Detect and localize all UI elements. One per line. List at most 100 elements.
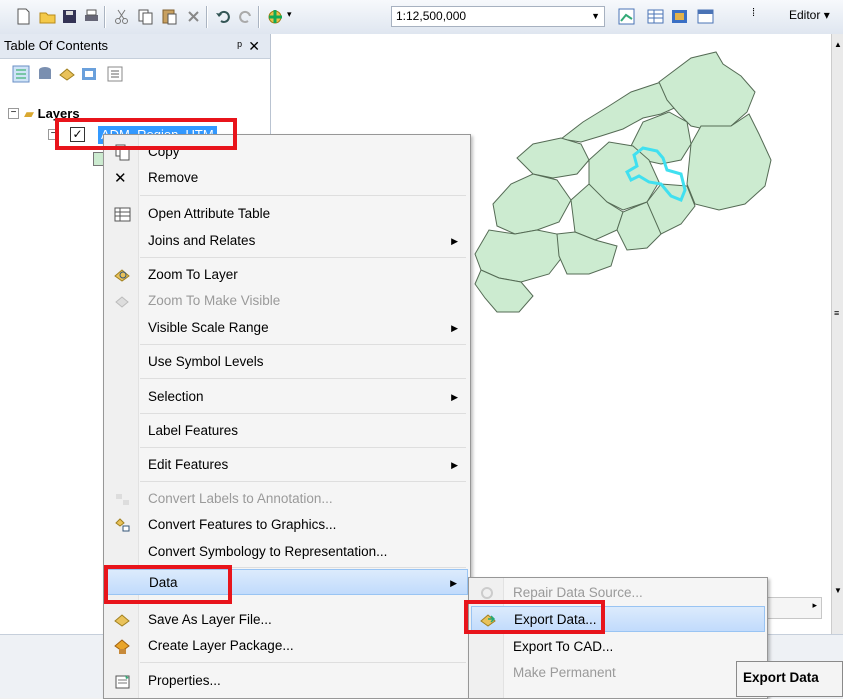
menu-item-data[interactable]: Data ▶: [106, 569, 468, 595]
add-data-icon[interactable]: [266, 7, 285, 26]
menu-item-label: Convert Symbology to Representation...: [148, 544, 388, 559]
search-window-icon[interactable]: [696, 7, 715, 26]
menu-item-label: Export To CAD...: [513, 639, 614, 654]
menu-item-edit-features[interactable]: Edit Features ▶: [106, 452, 468, 478]
menu-item-joins-and-relates[interactable]: Joins and Relates ▶: [106, 228, 468, 254]
menu-item-label: Repair Data Source...: [513, 585, 643, 600]
menu-item-label: Convert Features to Graphics...: [148, 517, 337, 532]
menu-item-remove[interactable]: ✕ Remove: [106, 165, 468, 191]
scroll-down-icon[interactable]: ▼: [834, 586, 842, 595]
menu-item-convert-features-to-graphics[interactable]: Convert Features to Graphics...: [106, 512, 468, 538]
menu-item-export-data[interactable]: Export Data...: [471, 606, 765, 632]
options-icon[interactable]: [106, 65, 124, 83]
table-icon: [114, 207, 131, 222]
menu-item-use-symbol-levels[interactable]: Use Symbol Levels: [106, 349, 468, 375]
menu-item-repair-data-source[interactable]: Repair Data Source...: [471, 580, 765, 606]
submenu-arrow-icon: ▶: [450, 578, 457, 588]
menu-item-label: Zoom To Make Visible: [148, 293, 281, 308]
menu-item-visible-scale-range[interactable]: Visible Scale Range ▶: [106, 315, 468, 341]
table-tb-icon[interactable]: [646, 7, 665, 26]
open-folder-icon[interactable]: [38, 7, 57, 26]
editor-menu-button[interactable]: Editor ▾: [789, 8, 830, 22]
copy-icon: [115, 144, 130, 161]
convert-graphics-icon: [115, 518, 130, 532]
scroll-thumb-grip-icon[interactable]: ≡: [834, 308, 839, 318]
layer-visibility-checkbox[interactable]: ✓: [70, 127, 85, 142]
menu-item-label: Open Attribute Table: [148, 206, 271, 221]
standard-toolbar: ▾ 1:12,500,000 ▼ ⁞ Editor ▾: [0, 0, 843, 35]
layers-label: Layers: [37, 106, 80, 121]
cut-icon[interactable]: [112, 7, 131, 26]
menu-item-make-permanent[interactable]: Make Permanent: [471, 660, 765, 686]
delete-icon[interactable]: [184, 7, 203, 26]
menu-item-selection[interactable]: Selection ▶: [106, 384, 468, 410]
undo-icon[interactable]: [214, 7, 233, 26]
submenu-arrow-icon: ▶: [451, 323, 458, 333]
menu-item-convert-symbology-to-representation[interactable]: Convert Symbology to Representation...: [106, 539, 468, 565]
menu-item-label: Remove: [148, 170, 199, 185]
remove-x-icon: ✕: [114, 170, 127, 187]
menu-item-save-as-layer-file[interactable]: Save As Layer File...: [106, 607, 468, 633]
menu-item-label: Export Data...: [514, 612, 597, 627]
map-scale-combobox[interactable]: 1:12,500,000 ▼: [391, 6, 605, 27]
menu-item-zoom-to-make-visible[interactable]: Zoom To Make Visible: [106, 288, 468, 314]
repair-icon: [481, 587, 493, 599]
map-scale-value: 1:12,500,000: [396, 9, 467, 23]
data-submenu: Repair Data Source... Export Data... Exp…: [468, 577, 768, 699]
menu-item-create-layer-package[interactable]: Create Layer Package...: [106, 633, 468, 659]
menu-item-properties[interactable]: Properties...: [106, 668, 468, 694]
export-data-tooltip: Export Data: [736, 661, 843, 697]
submenu-arrow-icon: ▶: [451, 460, 458, 470]
layers-icon: ▰: [24, 106, 34, 121]
layers-group-row[interactable]: − ▰ Layers: [8, 106, 80, 124]
map-vertical-scrollbar[interactable]: ▲ ≡ ▼: [831, 34, 843, 634]
menu-item-label: Selection: [148, 389, 204, 404]
paste-icon[interactable]: [160, 7, 179, 26]
list-by-selection-icon[interactable]: [80, 65, 98, 83]
toc-header: Table Of Contents ᵖ ✕: [0, 34, 270, 59]
menu-item-label: Properties...: [148, 673, 221, 688]
menu-item-label: Convert Labels to Annotation...: [148, 491, 333, 506]
list-by-drawing-order-icon[interactable]: [12, 65, 30, 83]
editor-toolbar-icon[interactable]: [617, 7, 636, 26]
menu-item-label-features[interactable]: Label Features: [106, 418, 468, 444]
collapse-icon[interactable]: −: [48, 129, 59, 140]
close-icon[interactable]: ✕: [248, 34, 260, 58]
menu-item-export-to-cad[interactable]: Export To CAD...: [471, 634, 765, 660]
properties-icon: [115, 675, 130, 689]
menu-item-open-attribute-table[interactable]: Open Attribute Table: [106, 201, 468, 227]
collapse-icon[interactable]: −: [8, 108, 19, 119]
export-data-icon: [480, 614, 496, 627]
scroll-right-icon[interactable]: ▸: [812, 600, 817, 611]
menu-item-zoom-to-layer[interactable]: Zoom To Layer: [106, 262, 468, 288]
toc-title: Table Of Contents: [4, 38, 109, 53]
redo-icon[interactable]: [236, 7, 255, 26]
region-sud-ouest: [556, 231, 618, 275]
menu-item-label: Copy: [148, 144, 180, 159]
catalog-icon[interactable]: [670, 7, 689, 26]
region-nord-west: [516, 137, 590, 179]
print-icon[interactable]: [82, 7, 101, 26]
menu-item-label: Label Features: [148, 423, 239, 438]
add-data-dropdown-icon[interactable]: ▾: [287, 9, 292, 20]
pin-icon[interactable]: ᵖ: [237, 34, 242, 58]
menu-item-label: Edit Features: [148, 457, 229, 472]
menu-item-label: Use Symbol Levels: [148, 354, 264, 369]
menu-item-label: Data: [149, 575, 178, 590]
submenu-arrow-icon: ▶: [451, 236, 458, 246]
list-by-visibility-icon[interactable]: [58, 65, 76, 83]
new-document-icon[interactable]: [14, 7, 33, 26]
menu-item-copy[interactable]: Copy: [106, 139, 468, 165]
editor-label: Editor: [789, 8, 821, 22]
list-by-source-icon[interactable]: [36, 65, 54, 83]
scroll-up-icon[interactable]: ▲: [834, 40, 842, 49]
save-icon[interactable]: [60, 7, 79, 26]
toc-toolbar: [0, 59, 270, 89]
convert-labels-icon: [116, 494, 129, 505]
layer-file-icon: [114, 614, 130, 627]
menu-item-label: Joins and Relates: [148, 233, 256, 248]
copy-tb-icon[interactable]: [136, 7, 155, 26]
menu-item-convert-labels-to-annotation[interactable]: Convert Labels to Annotation...: [106, 486, 468, 512]
chevron-down-icon[interactable]: ▼: [591, 7, 600, 26]
menu-item-label: Make Permanent: [513, 665, 616, 680]
